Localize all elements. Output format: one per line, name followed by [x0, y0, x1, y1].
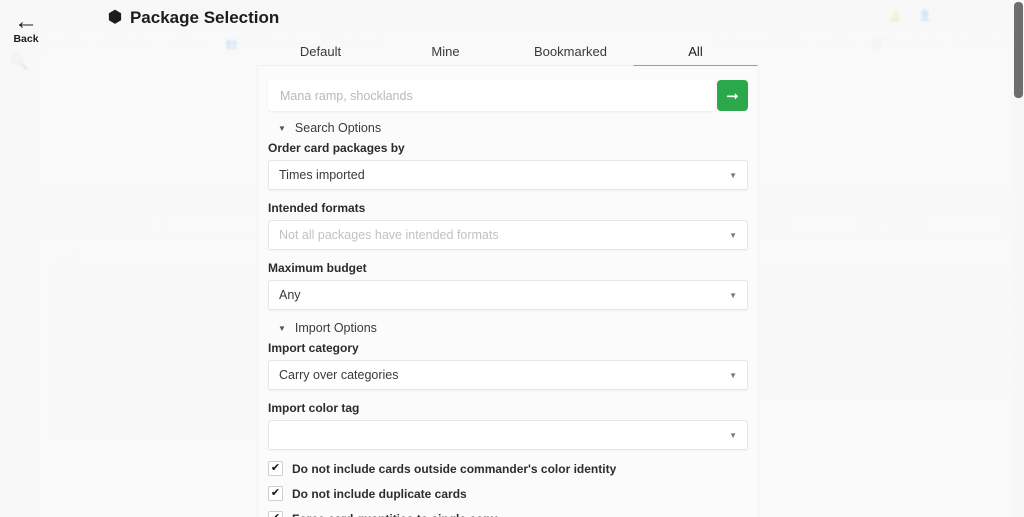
- intended-formats-select[interactable]: Not all packages have intended formats ▼: [268, 220, 748, 250]
- page-title-text: Package Selection: [129, 8, 280, 27]
- tab-bar: Default Mine Bookmarked All: [258, 38, 758, 68]
- search-options-label: Search Options: [294, 121, 382, 135]
- page-title: ⬢ Package Selection: [108, 8, 279, 28]
- tab-default[interactable]: Default: [258, 44, 383, 66]
- search-options-toggle[interactable]: ▼ Search Options: [278, 121, 748, 135]
- intended-formats-value: Not all packages have intended formats: [279, 228, 499, 242]
- chevron-down-icon: ▼: [729, 290, 737, 300]
- vertical-scrollbar[interactable]: [1013, 0, 1024, 517]
- tab-all[interactable]: All: [633, 44, 758, 68]
- order-by-value: Times imported: [279, 168, 365, 182]
- tab-mine[interactable]: Mine: [383, 44, 508, 66]
- search-row: ➞: [268, 80, 748, 111]
- import-category-value: Carry over categories: [279, 368, 399, 382]
- import-color-tag-select[interactable]: ▼: [268, 420, 748, 450]
- checkbox-row-single-copy[interactable]: ✔ Force card quantities to single copy: [268, 511, 748, 517]
- checkbox-duplicates-label: Do not include duplicate cards: [292, 486, 467, 501]
- maximum-budget-select[interactable]: Any ▼: [268, 280, 748, 310]
- checkbox-row-color-identity[interactable]: ✔ Do not include cards outside commander…: [268, 461, 748, 476]
- checkbox-color-identity[interactable]: ✔: [268, 461, 283, 476]
- tab-bookmarked[interactable]: Bookmarked: [508, 44, 633, 66]
- import-options-label: Import Options: [294, 321, 377, 335]
- caret-down-icon: ▼: [278, 123, 286, 133]
- intended-formats-label: Intended formats: [268, 201, 366, 215]
- chevron-down-icon: ▼: [729, 370, 737, 380]
- back-button[interactable]: ← Back: [6, 6, 46, 50]
- import-category-select[interactable]: Carry over categories ▼: [268, 360, 748, 390]
- chevron-down-icon: ▼: [729, 170, 737, 180]
- chevron-down-icon: ▼: [729, 430, 737, 440]
- maximum-budget-value: Any: [279, 288, 301, 302]
- checkbox-duplicates[interactable]: ✔: [268, 486, 283, 501]
- chevron-down-icon: ▼: [729, 230, 737, 240]
- import-category-label: Import category: [268, 341, 359, 355]
- scrollbar-thumb[interactable]: [1014, 2, 1023, 98]
- import-options-toggle[interactable]: ▼ Import Options: [278, 321, 748, 335]
- package-selection-panel: ➞ ▼ Search Options Order card packages b…: [258, 66, 758, 517]
- arrow-right-icon: ➞: [726, 88, 739, 105]
- import-color-tag-label: Import color tag: [268, 401, 360, 415]
- order-by-label: Order card packages by: [268, 141, 405, 155]
- checkbox-color-identity-label: Do not include cards outside commander's…: [292, 461, 617, 476]
- order-by-select[interactable]: Times imported ▼: [268, 160, 748, 190]
- checkbox-single-copy-label: Force card quantities to single copy: [292, 512, 497, 517]
- cube-icon: ⬢: [108, 9, 122, 26]
- maximum-budget-label: Maximum budget: [268, 261, 367, 275]
- caret-down-icon: ▼: [278, 323, 286, 333]
- checkbox-row-duplicates[interactable]: ✔ Do not include duplicate cards: [268, 486, 748, 501]
- search-submit-button[interactable]: ➞: [717, 80, 748, 111]
- search-input[interactable]: [268, 80, 715, 111]
- arrow-left-icon: ←: [14, 7, 38, 35]
- checkbox-single-copy[interactable]: ✔: [268, 511, 283, 517]
- back-button-label: Back: [13, 32, 39, 45]
